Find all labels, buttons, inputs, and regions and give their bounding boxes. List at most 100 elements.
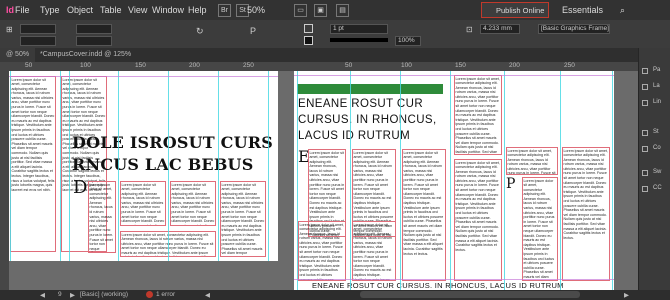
next-page-icon[interactable]: ▶: [70, 291, 75, 299]
document-tabs: @ 50% *CampusCover.indd @ 125%: [0, 48, 638, 62]
search-icon[interactable]: ⌕: [620, 5, 625, 16]
tab-current-document[interactable]: @ 50%: [0, 48, 36, 62]
panel-cc-libraries[interactable]: CC: [642, 184, 668, 196]
panel-color[interactable]: Co: [642, 144, 668, 156]
right-page[interactable]: ENEANE ROSUT CUR CURSUS. IN RHONCUS, LAC…: [294, 71, 614, 290]
text-frame[interactable]: Lorem ipsum dolor sit amet, consectetur …: [88, 181, 116, 253]
scroll-right-icon[interactable]: ▶: [624, 291, 629, 299]
menu-view[interactable]: View: [128, 5, 147, 15]
text-frame[interactable]: Lorem ipsum dolor sit amet, consectetur …: [402, 149, 446, 281]
panel-label: Sw: [653, 169, 662, 175]
column-guide: [400, 71, 401, 290]
preflight-profile[interactable]: [Basic] (working): [80, 291, 128, 298]
headline-line-2[interactable]: CURSUS. IN RHONCUS,: [298, 113, 437, 127]
corner-size-field[interactable]: 4.233 mm: [480, 24, 520, 34]
column-guide: [504, 71, 505, 290]
text-frame[interactable]: Lorem ipsum dolor sit amet, consectetur …: [562, 147, 610, 281]
panel-layers[interactable]: La: [642, 82, 668, 94]
menu-type[interactable]: Type: [40, 5, 60, 15]
fit-content-icon[interactable]: ⊡: [466, 25, 473, 34]
zoom-level[interactable]: 50%: [247, 5, 265, 15]
margin-guide: [9, 76, 278, 77]
text-frame[interactable]: Lorem ipsum dolor sit amet, consectetur …: [352, 221, 396, 281]
column-guide: [268, 71, 269, 261]
column-guide: [560, 71, 561, 290]
panel-swatches[interactable]: Sw: [642, 168, 668, 180]
swatches-icon: [642, 170, 648, 176]
column-guide: [612, 71, 613, 290]
stroke-type-preview[interactable]: [330, 38, 388, 42]
text-frame[interactable]: Lorem ipsum dolor sit amet, consectetur …: [454, 75, 502, 155]
column-guide: [218, 71, 219, 261]
menu-window[interactable]: Window: [152, 5, 184, 15]
ruler-label: 100: [80, 62, 91, 69]
panel-label: CC: [653, 185, 662, 191]
control-bar: ⊞ ↻ P 1 pt 100% ⊡ 4.233 mm [Basic Graphi…: [0, 20, 670, 48]
opacity-field[interactable]: 100%: [395, 36, 421, 46]
headline-line-3[interactable]: LACUS ID RUTRUM: [298, 129, 410, 143]
ruler-label: 250: [564, 62, 575, 69]
panel-pages[interactable]: Pa: [642, 66, 668, 78]
drop-cap: D: [73, 177, 88, 198]
y-field[interactable]: [20, 36, 56, 46]
page-number[interactable]: 9: [58, 291, 62, 298]
panel-stroke[interactable]: St: [642, 128, 668, 140]
tab-campus-cover[interactable]: *CampusCover.indd @ 125%: [34, 48, 137, 62]
footer-headline[interactable]: ENEANE ROSUT CUR CURSUS. IN RHONCUS, LAC…: [312, 282, 612, 290]
layers-icon: [642, 84, 648, 90]
vertical-ruler[interactable]: [0, 62, 9, 290]
panel-label: St: [653, 129, 659, 135]
x-field[interactable]: [20, 24, 56, 34]
reference-point-icon[interactable]: ⊞: [6, 25, 13, 34]
panel-label: Pa: [653, 67, 661, 73]
publish-online-button[interactable]: Publish Online: [481, 2, 549, 18]
pen-icon[interactable]: P: [250, 26, 256, 36]
menu-help[interactable]: Help: [188, 5, 207, 15]
text-frame[interactable]: Lorem ipsum dolor sit amet, consectetur …: [522, 177, 558, 281]
width-field[interactable]: [76, 24, 112, 34]
fill-swatch[interactable]: [304, 24, 313, 33]
first-page-icon[interactable]: ◀: [40, 291, 45, 299]
text-frame[interactable]: Lorem ipsum dolor sit amet, consectetur …: [506, 147, 558, 175]
headline-line-1[interactable]: DOLE ISROSUT CURS: [72, 133, 273, 153]
rotate-icon[interactable]: ↻: [196, 26, 204, 37]
menu-table[interactable]: Table: [100, 5, 122, 15]
bridge-icon[interactable]: Br: [218, 4, 231, 17]
column-guide: [168, 71, 169, 261]
indesign-app-icon[interactable]: Id: [6, 5, 14, 15]
links-icon: [642, 100, 648, 106]
stroke-swatch[interactable]: [304, 36, 313, 45]
text-frame[interactable]: Lorem ipsum dolor sit amet, consectetur …: [120, 181, 166, 226]
workspace-switcher[interactable]: Essentials: [562, 5, 603, 15]
text-frame[interactable]: Lorem ipsum dolor sit amet, consectetur …: [10, 76, 56, 252]
green-color-bar[interactable]: [297, 84, 443, 94]
screen-mode-icon[interactable]: ▣: [314, 4, 327, 17]
left-page[interactable]: Lorem ipsum dolor sit amet, consectetur …: [9, 71, 278, 261]
horizontal-scrollbar[interactable]: [360, 291, 580, 298]
error-count[interactable]: 1 error: [156, 291, 175, 298]
ruler-label: 50: [25, 62, 33, 69]
menu-object[interactable]: Object: [67, 5, 93, 15]
ruler-label: 100: [401, 62, 412, 69]
column-guide: [118, 71, 119, 261]
column-guide: [69, 71, 70, 261]
text-frame[interactable]: Lorem ipsum dolor sit amet, consectetur …: [298, 221, 346, 281]
text-frame[interactable]: Lorem ipsum dolor sit amet, consectetur …: [170, 181, 216, 226]
document-canvas[interactable]: Lorem ipsum dolor sit amet, consectetur …: [9, 71, 638, 290]
view-options-icon[interactable]: ▭: [294, 4, 307, 17]
headline-line-2[interactable]: RNCUS LAC BEBUS: [72, 155, 253, 175]
panel-links[interactable]: Lin: [642, 98, 668, 110]
scroll-left-icon[interactable]: ◀: [205, 291, 210, 299]
object-style-select[interactable]: [Basic Graphics Frame]: [538, 24, 610, 34]
status-bar: ◀ 9 ▶ [Basic] (working) 1 error ◀ ▶: [0, 290, 670, 300]
text-frame[interactable]: Lorem ipsum dolor sit amet, consectetur …: [220, 181, 266, 257]
stroke-icon: [642, 130, 648, 136]
text-frame[interactable]: Lorem ipsum dolor sit amet, consectetur …: [454, 159, 502, 281]
headline-line-1[interactable]: ENEANE ROSUT CUR: [298, 97, 423, 111]
arrange-docs-icon[interactable]: ▤: [336, 4, 349, 17]
menu-file[interactable]: File: [15, 5, 30, 15]
error-indicator-icon: [146, 291, 153, 298]
ruler-label: 150: [455, 62, 466, 69]
height-field[interactable]: [76, 36, 112, 46]
stroke-weight-field[interactable]: 1 pt: [330, 24, 388, 34]
